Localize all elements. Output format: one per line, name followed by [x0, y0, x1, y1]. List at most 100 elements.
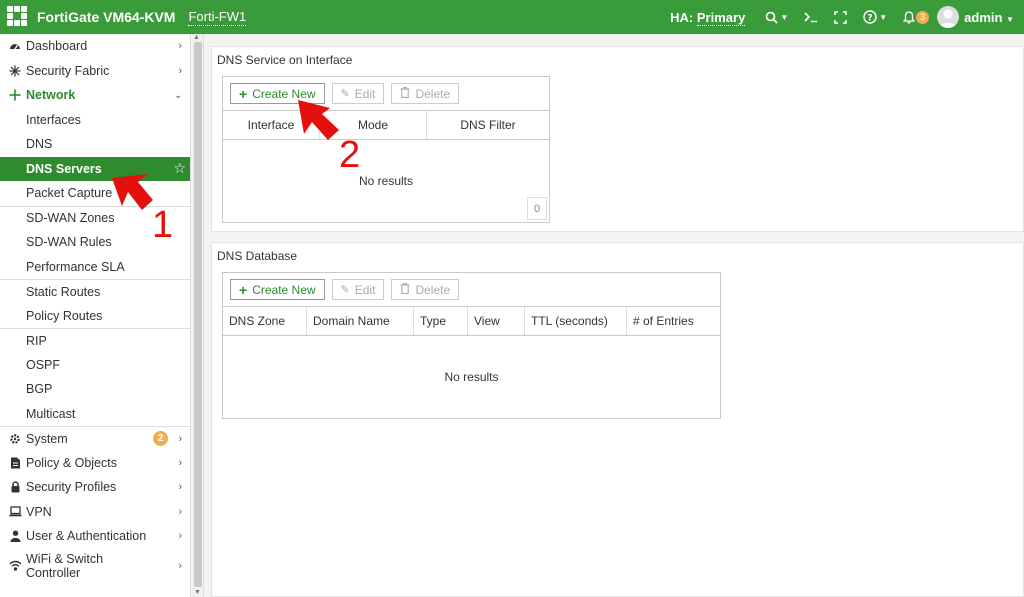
chevron-right-icon: › — [178, 530, 182, 543]
column-header-type[interactable]: Type — [414, 307, 468, 335]
plus-icon: + — [239, 281, 248, 298]
sidebar-item-packet-capture[interactable]: Packet Capture — [0, 181, 190, 206]
edit-label: Edit — [354, 86, 376, 101]
username: admin — [964, 9, 1003, 25]
sidebar-item-policy-objects[interactable]: Policy & Objects › — [0, 451, 190, 476]
sidebar-item-label-line1: WiFi & Switch — [26, 551, 104, 566]
delete-label: Delete — [415, 86, 451, 101]
dns-service-toolbar: + Create New ✎ Edit Delete — [223, 77, 549, 111]
sidebar-item-static-routes[interactable]: Static Routes — [0, 279, 190, 304]
hostname-link[interactable]: Forti-FW1 — [188, 9, 247, 26]
terminal-icon — [804, 12, 818, 23]
sidebar-item-dns[interactable]: DNS — [0, 132, 190, 157]
system-badge: 2 — [153, 431, 168, 447]
fullscreen-icon — [834, 10, 847, 24]
dns-database-edit-button[interactable]: ✎ Edit — [331, 279, 385, 300]
sidebar-nav: Dashboard › Security Fabric › Network ⌄ … — [0, 34, 191, 597]
fullscreen-button[interactable] — [834, 0, 847, 34]
laptop-icon — [8, 506, 22, 517]
sidebar-item-rip[interactable]: RIP — [0, 328, 190, 353]
sidebar-item-label: Interfaces — [26, 112, 81, 127]
pencil-icon: ✎ — [340, 284, 350, 296]
column-header-domain-name[interactable]: Domain Name — [307, 307, 414, 335]
sidebar-item-multicast[interactable]: Multicast — [0, 402, 190, 427]
column-header-dns-filter[interactable]: DNS Filter — [427, 111, 549, 139]
sidebar-item-label: SD-WAN Zones — [26, 211, 115, 226]
search-icon — [766, 11, 778, 24]
notifications-button[interactable]: 3 — [903, 0, 930, 34]
sidebar-item-label: OSPF — [26, 357, 61, 372]
help-icon: ? — [863, 10, 877, 24]
edit-label: Edit — [354, 282, 376, 297]
dashboard-icon — [8, 40, 22, 52]
sidebar-item-label: Policy & Objects — [26, 455, 118, 470]
sidebar-item-ospf[interactable]: OSPF — [0, 353, 190, 378]
sidebar-item-label: RIP — [26, 333, 47, 348]
sidebar-item-policy-routes[interactable]: Policy Routes — [0, 304, 190, 329]
sidebar-item-label: Performance SLA — [26, 259, 125, 274]
star-icon[interactable]: ☆ — [173, 160, 186, 177]
search-button[interactable]: ▼ — [765, 0, 788, 34]
wifi-icon — [8, 560, 22, 571]
sidebar-item-wifi-switch-controller[interactable]: WiFi & Switch Controller › — [0, 549, 190, 583]
scroll-down-icon[interactable]: ▼ — [194, 589, 201, 596]
scrollbar-thumb[interactable] — [194, 42, 202, 587]
sidebar-item-label: BGP — [26, 382, 53, 397]
chevron-right-icon: › — [178, 456, 182, 469]
trash-icon — [400, 86, 410, 101]
sidebar-item-interfaces[interactable]: Interfaces — [0, 108, 190, 133]
sidebar-item-vpn[interactable]: VPN › — [0, 500, 190, 525]
sidebar-item-dns-servers[interactable]: DNS Servers ☆ — [0, 156, 190, 181]
dns-service-table: + Create New ✎ Edit Delete Interface Mod… — [222, 76, 550, 223]
sidebar-item-bgp[interactable]: BGP — [0, 377, 190, 402]
sidebar-item-label: Policy Routes — [26, 308, 103, 323]
top-bar: FortiGate VM64-KVM Forti-FW1 HA: Primary… — [0, 0, 1024, 34]
dns-database-create-new-button[interactable]: + Create New — [230, 279, 325, 300]
sidebar-item-label: Packet Capture — [26, 186, 113, 201]
dns-database-delete-button[interactable]: Delete — [391, 279, 460, 300]
dns-database-empty-message: No results — [444, 369, 499, 384]
sidebar-item-security-profiles[interactable]: Security Profiles › — [0, 475, 190, 500]
sidebar-item-label: SD-WAN Rules — [26, 235, 112, 250]
annotation-arrow-1 — [112, 174, 153, 210]
dns-service-empty-message: No results — [358, 173, 414, 188]
dns-database-table-header: DNS Zone Domain Name Type View TTL (seco… — [223, 307, 720, 336]
sidebar-item-security-fabric[interactable]: Security Fabric › — [0, 59, 190, 84]
sidebar-item-user-authentication[interactable]: User & Authentication › — [0, 524, 190, 549]
column-header-dns-zone[interactable]: DNS Zone — [223, 307, 307, 335]
security-fabric-icon — [8, 65, 22, 77]
sidebar-scrollbar[interactable]: ▲ ▼ — [192, 34, 204, 597]
avatar[interactable] — [937, 6, 960, 28]
sidebar-item-system[interactable]: System 2 › — [0, 426, 190, 451]
dns-service-delete-button[interactable]: Delete — [391, 83, 460, 104]
dns-database-table: + Create New ✎ Edit Delete DNS Zone Doma… — [222, 272, 721, 419]
sidebar-item-label: Static Routes — [26, 284, 101, 299]
scroll-up-icon[interactable]: ▲ — [193, 34, 200, 41]
lock-icon — [8, 481, 22, 493]
column-header-entries[interactable]: # of Entries — [627, 307, 720, 335]
sidebar-item-label: WiFi & Switch Controller — [26, 552, 103, 580]
sidebar-item-label: Dashboard — [26, 39, 88, 54]
sidebar-item-label: Network — [26, 88, 76, 103]
chevron-right-icon: › — [178, 481, 182, 494]
help-button[interactable]: ? ▼ — [863, 0, 887, 34]
chevron-down-icon: ▼ — [1006, 14, 1014, 24]
chevron-right-icon: › — [178, 40, 182, 53]
column-header-view[interactable]: View — [468, 307, 525, 335]
sidebar-item-network[interactable]: Network ⌄ — [0, 83, 190, 108]
sidebar-item-label: User & Authentication — [26, 529, 147, 544]
user-menu[interactable]: admin ▼ — [964, 10, 1014, 25]
user-avatar-icon — [939, 9, 958, 28]
chevron-right-icon: › — [178, 505, 182, 518]
sidebar-item-label: Multicast — [26, 406, 76, 421]
cli-console-button[interactable] — [804, 0, 818, 34]
column-header-ttl[interactable]: TTL (seconds) — [525, 307, 627, 335]
sidebar-item-performance-sla[interactable]: Performance SLA — [0, 255, 190, 280]
chevron-down-icon: ▼ — [879, 12, 888, 22]
ha-value: Primary — [696, 9, 746, 26]
sidebar-item-dashboard[interactable]: Dashboard › — [0, 34, 190, 59]
annotation-step-2: 2 — [339, 134, 361, 176]
gear-icon — [8, 433, 22, 445]
chevron-right-icon: › — [178, 559, 182, 572]
ha-status[interactable]: HA: Primary — [670, 9, 746, 26]
